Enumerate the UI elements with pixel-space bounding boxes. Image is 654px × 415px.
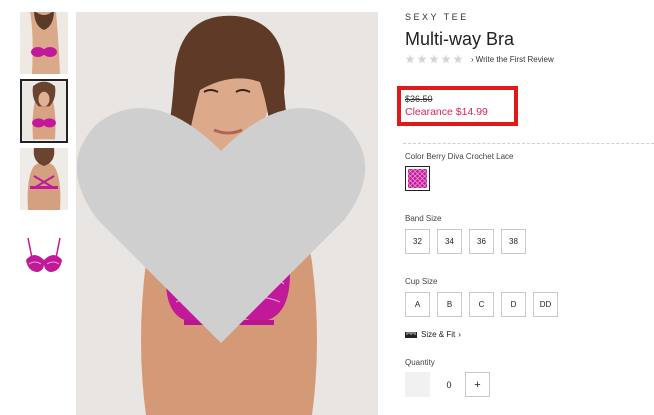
band-size-38-button[interactable]: 38 [501, 229, 526, 254]
cup-size-options: A B C D DD [405, 292, 565, 317]
quantity-increase-button[interactable]: + [465, 372, 490, 397]
star-icon [453, 54, 463, 64]
quantity-value[interactable]: 0 [439, 372, 459, 397]
clearance-price: Clearance $14.99 [405, 106, 488, 118]
chevron-right-icon: › [458, 330, 461, 339]
product-brand: SEXY TEE [405, 12, 469, 22]
product-rating: › Write the First Review [405, 54, 554, 64]
size-fit-link[interactable]: Size & Fit › [405, 330, 461, 339]
product-hero-image [76, 12, 378, 415]
star-icon [417, 54, 427, 64]
thumbnail-3[interactable] [20, 148, 68, 210]
quantity-decrease-button[interactable] [405, 372, 430, 397]
band-size-32-button[interactable]: 32 [405, 229, 430, 254]
ruler-icon [405, 331, 417, 338]
cup-size-c-button[interactable]: C [469, 292, 494, 317]
write-review-link[interactable]: › Write the First Review [471, 55, 554, 64]
star-icon [429, 54, 439, 64]
crochet-lace-swatch-icon [408, 169, 427, 188]
cup-size-label: Cup Size [405, 277, 438, 286]
product-title: Multi-way Bra [405, 29, 515, 49]
favorite-heart-icon[interactable] [76, 18, 372, 415]
star-icon [405, 54, 415, 64]
band-size-options: 32 34 36 38 [405, 229, 533, 254]
price-highlight-box: $36.50 Clearance $14.99 [397, 86, 518, 126]
thumbnail-3-image [20, 148, 68, 210]
band-size-36-button[interactable]: 36 [469, 229, 494, 254]
thumbnail-2[interactable] [20, 79, 68, 143]
thumbnail-4[interactable] [20, 232, 68, 278]
size-fit-label: Size & Fit [421, 330, 456, 339]
divider [403, 143, 654, 144]
original-price: $36.50 [405, 94, 433, 104]
write-review-label: Write the First Review [475, 54, 554, 64]
star-icon [441, 54, 451, 64]
thumbnail-1[interactable] [20, 12, 68, 74]
chevron-right-icon: › [471, 54, 474, 64]
thumbnail-2-image [22, 81, 66, 140]
band-size-34-button[interactable]: 34 [437, 229, 462, 254]
cup-size-b-button[interactable]: B [437, 292, 462, 317]
thumbnail-4-image [20, 232, 68, 278]
band-size-label: Band Size [405, 214, 442, 223]
thumbnail-1-image [20, 12, 68, 74]
cup-size-dd-button[interactable]: DD [533, 292, 558, 317]
quantity-label: Quantity [405, 358, 435, 367]
color-swatch-berry-diva[interactable] [405, 166, 430, 191]
cup-size-a-button[interactable]: A [405, 292, 430, 317]
cup-size-d-button[interactable]: D [501, 292, 526, 317]
color-label: Color Berry Diva Crochet Lace [405, 152, 514, 161]
